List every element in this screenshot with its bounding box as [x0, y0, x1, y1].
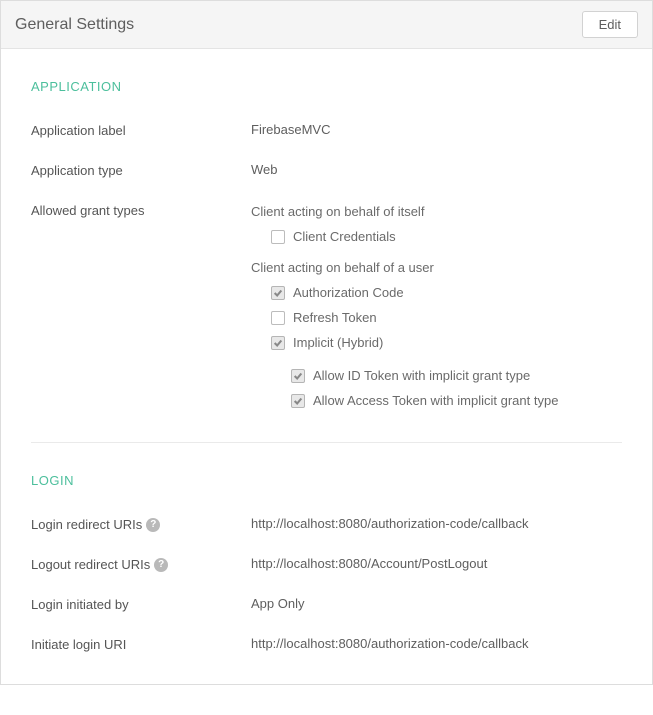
application-type-row: Application type Web [31, 162, 622, 178]
allow-access-token-row: Allow Access Token with implicit grant t… [291, 393, 622, 408]
application-label-label: Application label [31, 122, 251, 138]
login-initiated-value: App Only [251, 596, 622, 612]
help-icon[interactable]: ? [146, 518, 160, 532]
login-section-title: LOGIN [31, 473, 622, 488]
client-credentials-checkbox[interactable] [271, 230, 285, 244]
login-initiated-row: Login initiated by App Only [31, 596, 622, 612]
refresh-token-row: Refresh Token [271, 310, 622, 325]
grant-types-row: Allowed grant types Client acting on beh… [31, 202, 622, 418]
settings-panel: General Settings Edit APPLICATION Applic… [0, 0, 653, 685]
behalf-self-label: Client acting on behalf of itself [251, 204, 622, 219]
application-section-title: APPLICATION [31, 79, 622, 94]
login-initiated-label: Login initiated by [31, 596, 251, 612]
refresh-token-label: Refresh Token [293, 310, 377, 325]
section-divider [31, 442, 622, 443]
grant-types-label: Allowed grant types [31, 202, 251, 218]
edit-button[interactable]: Edit [582, 11, 638, 38]
implicit-row: Implicit (Hybrid) [271, 335, 622, 350]
initiate-uri-row: Initiate login URI http://localhost:8080… [31, 636, 622, 652]
allow-id-token-checkbox[interactable] [291, 369, 305, 383]
allow-id-token-label: Allow ID Token with implicit grant type [313, 368, 530, 383]
auth-code-checkbox[interactable] [271, 286, 285, 300]
client-credentials-row: Client Credentials [271, 229, 622, 244]
logout-redirect-value: http://localhost:8080/Account/PostLogout [251, 556, 622, 572]
logout-redirect-label: Logout redirect URIs ? [31, 556, 251, 572]
logout-redirect-label-text: Logout redirect URIs [31, 557, 150, 572]
login-redirect-value: http://localhost:8080/authorization-code… [251, 516, 622, 532]
implicit-label: Implicit (Hybrid) [293, 335, 383, 350]
login-redirect-label-text: Login redirect URIs [31, 517, 142, 532]
logout-redirect-row: Logout redirect URIs ? http://localhost:… [31, 556, 622, 572]
auth-code-row: Authorization Code [271, 285, 622, 300]
login-redirect-row: Login redirect URIs ? http://localhost:8… [31, 516, 622, 532]
initiate-uri-value: http://localhost:8080/authorization-code… [251, 636, 622, 652]
login-redirect-label: Login redirect URIs ? [31, 516, 251, 532]
grant-types-value: Client acting on behalf of itself Client… [251, 202, 622, 418]
initiate-uri-label: Initiate login URI [31, 636, 251, 652]
behalf-user-label: Client acting on behalf of a user [251, 260, 622, 275]
auth-code-label: Authorization Code [293, 285, 404, 300]
implicit-checkbox[interactable] [271, 336, 285, 350]
allow-access-token-checkbox[interactable] [291, 394, 305, 408]
refresh-token-checkbox[interactable] [271, 311, 285, 325]
page-title: General Settings [15, 16, 134, 34]
allow-access-token-label: Allow Access Token with implicit grant t… [313, 393, 558, 408]
panel-header: General Settings Edit [1, 1, 652, 49]
application-type-value: Web [251, 162, 622, 178]
application-label-value: FirebaseMVC [251, 122, 622, 138]
client-credentials-label: Client Credentials [293, 229, 396, 244]
application-type-label: Application type [31, 162, 251, 178]
application-label-row: Application label FirebaseMVC [31, 122, 622, 138]
help-icon[interactable]: ? [154, 558, 168, 572]
allow-id-token-row: Allow ID Token with implicit grant type [291, 368, 622, 383]
panel-content: APPLICATION Application label FirebaseMV… [1, 49, 652, 684]
